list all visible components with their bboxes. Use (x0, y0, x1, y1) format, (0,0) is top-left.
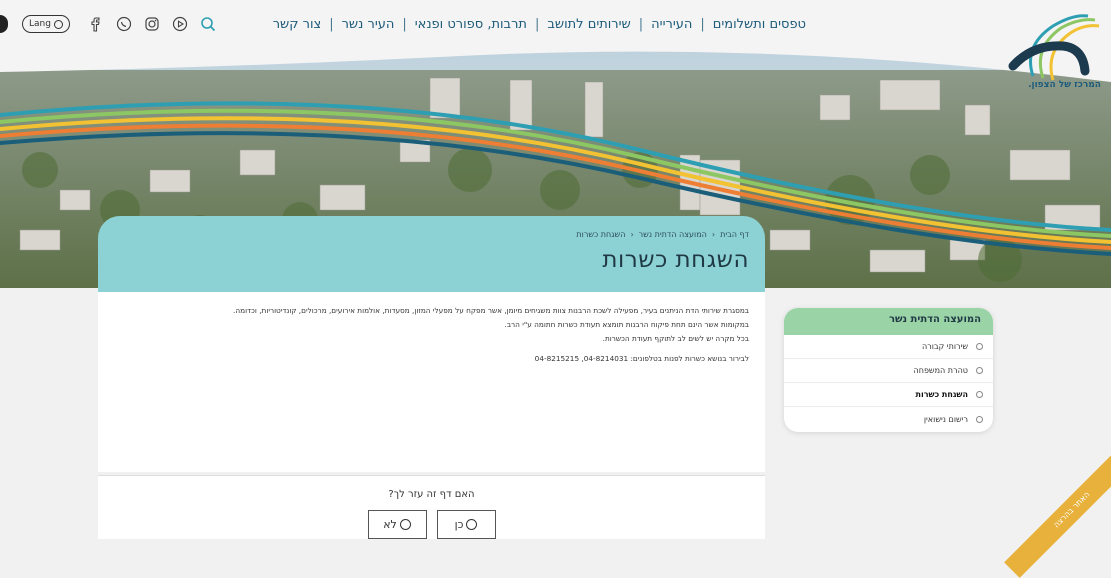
language-button[interactable]: Lang (22, 15, 70, 33)
sidebar-item-label: שירותי קבורה (922, 342, 968, 351)
nav-separator: | (402, 17, 407, 32)
feedback-question: האם דף זה עזר לך? (388, 489, 475, 500)
contact-phones: לבירור בנושא כשרות לפנות בטלפונים: 04-82… (534, 354, 749, 363)
sidebar-item-label: השגחת כשרות (915, 390, 968, 399)
circle-icon (976, 367, 983, 374)
feedback-yes-label: כן (454, 518, 464, 531)
site-header: המרכז של הצפון. טפסים ותשלומים | העירייה… (0, 0, 1111, 90)
sidebar-item-label: טהרת המשפחה (913, 366, 968, 375)
breadcrumb-current: השגחת כשרות (576, 230, 626, 239)
youtube-icon[interactable] (169, 13, 191, 35)
nav-contact[interactable]: צור קשר (265, 17, 330, 32)
beta-ribbon: האתר בהרצה (1004, 442, 1111, 578)
sidebar-item-family-purity[interactable]: טהרת המשפחה (784, 359, 993, 383)
circle-icon (976, 343, 983, 350)
feedback-yes-button[interactable]: כן (436, 510, 496, 539)
instagram-icon[interactable] (141, 13, 163, 35)
facebook-icon[interactable] (85, 13, 107, 35)
breadcrumb: דף הבית ‹ המועצה הדתית נשר ‹ השגחת כשרות (114, 230, 749, 239)
sidebar-menu: המועצה הדתית נשר שירותי קבורה טהרת המשפח… (784, 308, 993, 432)
nav-resident-services[interactable]: שירותים לתושב (539, 17, 638, 32)
nav-separator: | (329, 17, 334, 32)
circle-icon (976, 415, 983, 423)
header-tools: Lang (0, 13, 222, 35)
chevron-left-icon: ‹ (630, 230, 634, 239)
nav-separator: | (534, 17, 540, 32)
content-paragraph: במסגרת שירותי הדת הניתנים בעיר, מפעילה ל… (233, 306, 749, 315)
sidebar-item-kashrut[interactable]: השגחת כשרות (784, 383, 993, 407)
page-content: במסגרת שירותי הדת הניתנים בעיר, מפעילה ל… (98, 292, 765, 472)
frown-icon (399, 519, 411, 530)
sidebar-item-label: רישום נישואין (923, 414, 968, 424)
nav-forms-payments[interactable]: טפסים ותשלומים (705, 17, 814, 32)
smile-icon (466, 519, 478, 530)
chevron-left-icon: ‹ (711, 230, 716, 239)
whatsapp-icon[interactable] (113, 13, 135, 35)
content-paragraph: במקומות אשר הינם תחת פיקוח הרבנות תומצא … (504, 320, 749, 329)
sidebar-title: המועצה הדתית נשר (784, 308, 993, 335)
breadcrumb-home[interactable]: דף הבית (720, 230, 749, 239)
content-paragraph: בכל מקרה יש לשים לב לתוקף תעודת הכשרות. (602, 334, 749, 343)
accessibility-icon[interactable] (0, 15, 8, 33)
main-nav: טפסים ותשלומים | העירייה | שירותים לתושב… (265, 17, 814, 32)
sidebar-item-burial[interactable]: שירותי קבורה (784, 335, 993, 359)
page-title: השגחת כשרות (602, 247, 749, 273)
logo-tagline: המרכז של הצפון. (1028, 80, 1101, 90)
nav-separator: | (638, 17, 644, 32)
breadcrumb-section[interactable]: המועצה הדתית נשר (639, 230, 707, 239)
globe-icon (53, 19, 63, 29)
search-icon[interactable] (197, 13, 219, 35)
nav-city-nesher[interactable]: העיר נשר (334, 17, 403, 32)
language-label: Lang (29, 19, 51, 29)
nav-separator: | (700, 17, 705, 32)
circle-icon (976, 391, 983, 398)
feedback-section: האם דף זה עזר לך? כן לא (98, 475, 765, 539)
nav-municipality[interactable]: העירייה (643, 17, 700, 32)
sidebar-item-marriage[interactable]: רישום נישואין (784, 407, 993, 431)
page-title-card: דף הבית ‹ המועצה הדתית נשר ‹ השגחת כשרות… (98, 216, 765, 292)
feedback-no-label: לא (383, 518, 397, 531)
feedback-no-button[interactable]: לא (367, 510, 427, 539)
nav-culture-sport[interactable]: תרבות, ספורט ופנאי (407, 17, 535, 32)
